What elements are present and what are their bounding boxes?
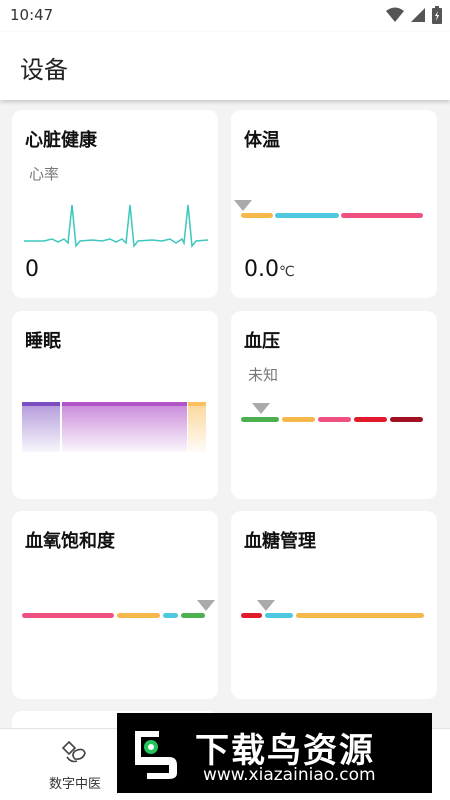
status-icons xyxy=(386,6,442,24)
signal-icon xyxy=(411,8,425,22)
temperature-card[interactable]: 体温 0.0℃ xyxy=(231,110,437,298)
scale-segment xyxy=(241,213,273,218)
scale-segment xyxy=(241,613,262,618)
status-time: 10:47 xyxy=(10,6,54,24)
wifi-icon xyxy=(386,7,404,22)
battery-icon xyxy=(432,6,442,24)
scale-segment xyxy=(22,613,114,618)
sleep-bar-light xyxy=(62,402,187,452)
scale-segment xyxy=(163,613,178,618)
card-subtitle: 心率 xyxy=(29,165,60,183)
blood-oxygen-card[interactable]: 血氧饱和度 xyxy=(12,511,218,699)
scale-segment xyxy=(282,417,315,422)
page-title: 设备 xyxy=(20,56,68,84)
scale-segment xyxy=(241,417,279,422)
temperature-value: 0.0℃ xyxy=(244,257,295,282)
nav-item-label: 数字中医 xyxy=(48,777,101,792)
scale-segment xyxy=(341,213,423,218)
card-title: 体温 xyxy=(244,130,280,151)
scale-segment xyxy=(117,613,160,618)
heart-health-card[interactable]: 心脏健康 心率 0 xyxy=(12,110,218,298)
scale-segment xyxy=(390,417,423,422)
sleep-bar-deep xyxy=(22,402,60,452)
scale-segment xyxy=(296,613,424,618)
scale-pointer xyxy=(252,403,270,414)
app-bar: 设备 xyxy=(0,32,450,100)
blood-glucose-card[interactable]: 血糖管理 xyxy=(231,511,437,699)
scale-pointer xyxy=(197,600,215,611)
sleep-card[interactable]: 睡眠 xyxy=(12,311,218,499)
heart-rate-value: 0 xyxy=(25,257,39,282)
card-title: 血氧饱和度 xyxy=(25,531,115,552)
card-subtitle: 未知 xyxy=(248,366,279,384)
tcm-icon xyxy=(61,740,86,763)
watermark-overlay: 下载鸟资源 www.xiazainiao.com xyxy=(117,713,432,793)
scale-pointer xyxy=(234,200,252,211)
scale-pointer xyxy=(257,600,275,611)
scale-segment xyxy=(318,417,351,422)
status-bar: 10:47 xyxy=(0,0,450,32)
ecg-waveform xyxy=(24,204,208,248)
card-title: 心脏健康 xyxy=(25,130,97,151)
card-title: 睡眠 xyxy=(25,331,61,352)
scale-segment xyxy=(354,417,387,422)
watermark-url: www.xiazainiao.com xyxy=(203,765,376,785)
card-title: 血压 xyxy=(244,331,280,352)
nav-item-tcm[interactable]: 数字中医 xyxy=(44,739,106,792)
blood-pressure-card[interactable]: 血压 未知 xyxy=(231,311,437,499)
scale-segment xyxy=(181,613,205,618)
sleep-bar-awake xyxy=(188,402,206,452)
scale-segment xyxy=(275,213,339,218)
temperature-unit: ℃ xyxy=(279,264,295,280)
card-title: 血糖管理 xyxy=(244,531,316,552)
temperature-number: 0.0 xyxy=(244,257,279,282)
bird-logo xyxy=(135,731,177,779)
scale-segment xyxy=(265,613,293,618)
